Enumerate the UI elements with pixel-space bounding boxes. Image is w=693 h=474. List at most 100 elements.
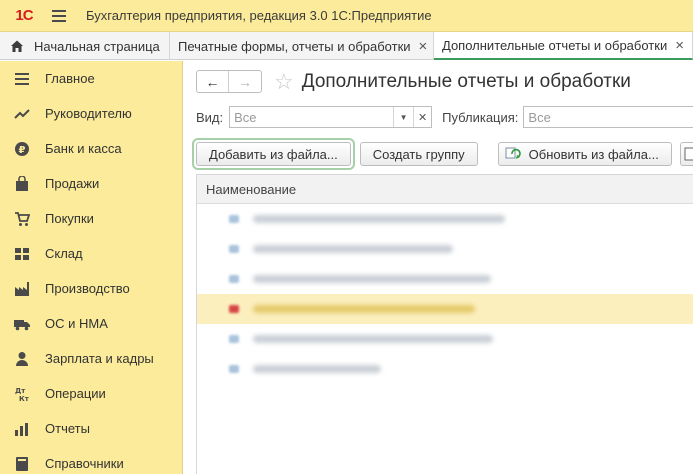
svg-text:Дт: Дт (15, 387, 26, 395)
sidebar-item-label: Операции (45, 386, 106, 401)
tab-bar: Начальная страница Печатные формы, отчет… (0, 32, 693, 60)
tab-close-icon[interactable]: × (419, 38, 428, 55)
svg-text:₽: ₽ (19, 145, 26, 156)
nav-buttons: ← → (196, 70, 262, 93)
row-icon (229, 245, 239, 253)
sidebar-item-purchases[interactable]: Покупки (0, 201, 182, 236)
main-content: ← → ☆ Дополнительные отчеты и обработки … (184, 61, 693, 474)
page-header: ← → ☆ Дополнительные отчеты и обработки (196, 70, 631, 93)
sidebar-item-label: ОС и НМА (45, 316, 108, 331)
sidebar-item-label: Продажи (45, 176, 100, 191)
sidebar-item-label: Покупки (45, 211, 94, 226)
update-from-file-label: Обновить из файла... (528, 146, 659, 162)
person-icon (14, 351, 30, 367)
more-actions-button[interactable] (679, 142, 693, 166)
sidebar-item-label: Справочники (45, 456, 124, 471)
sidebar-item-salary[interactable]: Зарплата и кадры (0, 341, 182, 376)
tab-additional-reports[interactable]: Дополнительные отчеты и обработки × (434, 32, 693, 60)
update-from-file-button[interactable]: Обновить из файла... (497, 142, 672, 166)
sidebar-item-operations[interactable]: Дт Кт Операции (0, 376, 182, 411)
publication-filter-value[interactable]: Все (524, 110, 550, 125)
trend-icon (14, 106, 30, 122)
view-filter-value[interactable]: Все (230, 110, 393, 125)
home-icon (11, 40, 23, 52)
sidebar-item-main[interactable]: Главное (0, 61, 182, 96)
tab-additional-reports-label: Дополнительные отчеты и обработки (442, 37, 668, 53)
column-header-label: Наименование (206, 181, 297, 197)
row-text-blurred (253, 245, 453, 253)
dropdown-arrow-icon[interactable]: ▼ (393, 107, 413, 127)
row-text-blurred (253, 305, 475, 313)
title-bar: 1С Бухгалтерия предприятия, редакция 3.0… (0, 0, 693, 32)
table-row[interactable] (197, 264, 693, 294)
tab-home-label: Начальная страница (34, 38, 160, 54)
sidebar-item-label: Руководителю (45, 106, 132, 121)
sidebar-item-label: Склад (45, 246, 83, 261)
table-row[interactable] (197, 354, 693, 384)
view-filter-field[interactable]: Все ▼ ✕ (229, 106, 433, 128)
app-logo: 1С (15, 7, 33, 24)
tab-home[interactable]: Начальная страница (0, 32, 170, 60)
row-text-blurred (253, 275, 491, 283)
warehouse-icon (14, 246, 30, 262)
row-text-blurred (253, 335, 493, 343)
sidebar-item-production[interactable]: Производство (0, 271, 182, 306)
sidebar-item-label: Зарплата и кадры (45, 351, 154, 366)
sidebar: Главное Руководителю ₽ Банк и касса Прод… (0, 61, 183, 474)
sidebar-item-label: Главное (45, 71, 95, 86)
sidebar-item-warehouse[interactable]: Склад (0, 236, 182, 271)
update-icon (505, 147, 521, 159)
tab-close-icon[interactable]: × (675, 37, 684, 54)
bag-icon (14, 175, 30, 192)
app-title: Бухгалтерия предприятия, редакция 3.0 1С… (86, 8, 432, 23)
sidebar-item-sales[interactable]: Продажи (0, 166, 182, 201)
back-button[interactable]: ← (197, 71, 229, 92)
view-filter-label: Вид: (196, 109, 224, 125)
row-text-blurred (253, 215, 505, 223)
row-icon (229, 215, 239, 223)
sidebar-item-reports[interactable]: Отчеты (0, 411, 182, 446)
focus-ring: Добавить из файла... (192, 138, 355, 170)
reports-table: Наименование (196, 174, 693, 474)
row-icon (229, 365, 239, 373)
book-icon (14, 456, 30, 472)
menu-hamburger-icon[interactable] (52, 9, 66, 22)
filter-row: Вид: Все ▼ ✕ Публикация: Все (196, 106, 693, 128)
publication-filter-field[interactable]: Все (523, 106, 693, 128)
table-row-selected[interactable] (197, 294, 693, 324)
table-row[interactable] (197, 204, 693, 234)
row-icon (229, 305, 239, 313)
row-icon (229, 275, 239, 283)
sidebar-item-label: Банк и касса (45, 141, 122, 156)
create-group-button[interactable]: Создать группу (359, 142, 478, 166)
bar-chart-icon (14, 421, 30, 437)
svg-text:Кт: Кт (19, 395, 30, 402)
sidebar-item-label: Отчеты (45, 421, 90, 436)
sidebar-item-directories[interactable]: Справочники (0, 446, 182, 474)
publication-filter-label: Публикация: (442, 109, 519, 125)
forward-button[interactable]: → (229, 71, 261, 92)
sidebar-item-manager[interactable]: Руководителю (0, 96, 182, 131)
add-from-file-button[interactable]: Добавить из файла... (196, 142, 351, 166)
row-text-blurred (253, 365, 381, 373)
clear-icon[interactable]: ✕ (413, 107, 431, 127)
favorite-star-icon[interactable]: ☆ (274, 70, 294, 93)
table-row[interactable] (197, 234, 693, 264)
dt-kt-icon: Дт Кт (14, 386, 30, 402)
tab-print-forms-label: Печатные формы, отчеты и обработки (178, 38, 411, 54)
sidebar-item-label: Производство (45, 281, 130, 296)
column-header-name[interactable]: Наименование (197, 175, 693, 204)
sidebar-item-bank[interactable]: ₽ Банк и касса (0, 131, 182, 166)
sidebar-item-fixed-assets[interactable]: ОС и НМА (0, 306, 182, 341)
truck-icon (14, 316, 30, 332)
page-title: Дополнительные отчеты и обработки (301, 70, 631, 92)
tab-print-forms[interactable]: Печатные формы, отчеты и обработки × (170, 32, 434, 60)
cart-icon (14, 211, 30, 227)
table-row[interactable] (197, 324, 693, 354)
command-bar: Добавить из файла... Создать группу Обно… (192, 138, 693, 170)
ruble-icon: ₽ (14, 141, 30, 157)
document-icon (684, 147, 693, 161)
list-icon (14, 71, 30, 87)
row-icon (229, 335, 239, 343)
factory-icon (14, 281, 30, 297)
